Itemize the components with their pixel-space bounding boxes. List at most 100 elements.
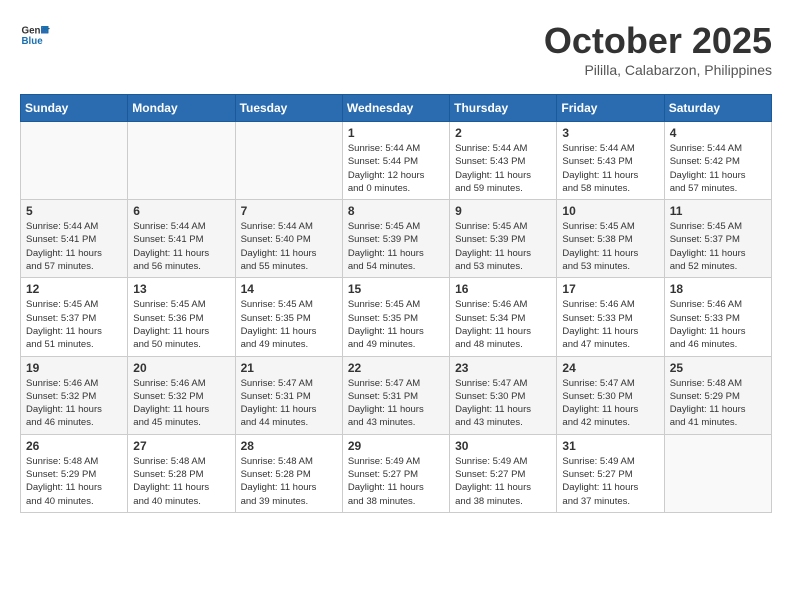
day-number: 21 xyxy=(241,361,337,375)
calendar-cell: 26Sunrise: 5:48 AMSunset: 5:29 PMDayligh… xyxy=(21,434,128,512)
calendar-cell xyxy=(128,122,235,200)
weekday-header-wednesday: Wednesday xyxy=(342,95,449,122)
day-info: Sunrise: 5:45 AMSunset: 5:35 PMDaylight:… xyxy=(348,298,444,351)
day-number: 8 xyxy=(348,204,444,218)
location-title: Pililla, Calabarzon, Philippines xyxy=(544,62,772,78)
weekday-header-row: SundayMondayTuesdayWednesdayThursdayFrid… xyxy=(21,95,772,122)
calendar-cell xyxy=(235,122,342,200)
day-number: 30 xyxy=(455,439,551,453)
day-info: Sunrise: 5:46 AMSunset: 5:32 PMDaylight:… xyxy=(26,377,122,430)
day-info: Sunrise: 5:44 AMSunset: 5:43 PMDaylight:… xyxy=(562,142,658,195)
day-number: 2 xyxy=(455,126,551,140)
calendar-cell: 8 Sunrise: 5:45 AMSunset: 5:39 PMDaylight… xyxy=(342,200,449,278)
calendar-week-1: 1 Sunrise: 5:44 AMSunset: 5:44 PMDaylight… xyxy=(21,122,772,200)
day-number: 10 xyxy=(562,204,658,218)
calendar-cell: 17 Sunrise: 5:46 AMSunset: 5:33 PMDayligh… xyxy=(557,278,664,356)
day-info: Sunrise: 5:44 AMSunset: 5:41 PMDaylight:… xyxy=(26,220,122,273)
day-number: 17 xyxy=(562,282,658,296)
weekday-header-tuesday: Tuesday xyxy=(235,95,342,122)
day-info: Sunrise: 5:46 AMSunset: 5:32 PMDaylight:… xyxy=(133,377,229,430)
calendar-cell xyxy=(21,122,128,200)
calendar-cell: 15 Sunrise: 5:45 AMSunset: 5:35 PMDayligh… xyxy=(342,278,449,356)
calendar-cell: 24Sunrise: 5:47 AMSunset: 5:30 PMDayligh… xyxy=(557,356,664,434)
calendar-cell: 28 Sunrise: 5:48 AMSunset: 5:28 PMDayligh… xyxy=(235,434,342,512)
day-number: 9 xyxy=(455,204,551,218)
calendar-cell: 6 Sunrise: 5:44 AMSunset: 5:41 PMDaylight… xyxy=(128,200,235,278)
calendar-cell: 29 Sunrise: 5:49 AMSunset: 5:27 PMDayligh… xyxy=(342,434,449,512)
day-number: 7 xyxy=(241,204,337,218)
day-info: Sunrise: 5:48 AMSunset: 5:29 PMDaylight:… xyxy=(670,377,766,430)
day-number: 16 xyxy=(455,282,551,296)
day-number: 6 xyxy=(133,204,229,218)
day-number: 15 xyxy=(348,282,444,296)
calendar-cell: 2 Sunrise: 5:44 AMSunset: 5:43 PMDaylight… xyxy=(450,122,557,200)
day-info: Sunrise: 5:45 AMSunset: 5:35 PMDaylight:… xyxy=(241,298,337,351)
day-number: 31 xyxy=(562,439,658,453)
calendar-cell xyxy=(664,434,771,512)
calendar-cell: 27Sunrise: 5:48 AMSunset: 5:28 PMDayligh… xyxy=(128,434,235,512)
calendar-cell: 5 Sunrise: 5:44 AMSunset: 5:41 PMDaylight… xyxy=(21,200,128,278)
day-info: Sunrise: 5:45 AMSunset: 5:39 PMDaylight:… xyxy=(348,220,444,273)
day-number: 14 xyxy=(241,282,337,296)
day-number: 4 xyxy=(670,126,766,140)
day-info: Sunrise: 5:46 AMSunset: 5:33 PMDaylight:… xyxy=(562,298,658,351)
calendar-cell: 9 Sunrise: 5:45 AMSunset: 5:39 PMDaylight… xyxy=(450,200,557,278)
day-number: 25 xyxy=(670,361,766,375)
day-number: 27 xyxy=(133,439,229,453)
day-info: Sunrise: 5:48 AMSunset: 5:28 PMDaylight:… xyxy=(241,455,337,508)
day-info: Sunrise: 5:45 AMSunset: 5:39 PMDaylight:… xyxy=(455,220,551,273)
day-info: Sunrise: 5:47 AMSunset: 5:31 PMDaylight:… xyxy=(348,377,444,430)
day-info: Sunrise: 5:46 AMSunset: 5:34 PMDaylight:… xyxy=(455,298,551,351)
calendar-table: SundayMondayTuesdayWednesdayThursdayFrid… xyxy=(20,94,772,513)
logo-icon: General Blue xyxy=(20,20,50,50)
day-number: 11 xyxy=(670,204,766,218)
day-number: 13 xyxy=(133,282,229,296)
calendar-cell: 11 Sunrise: 5:45 AMSunset: 5:37 PMDayligh… xyxy=(664,200,771,278)
calendar-week-4: 19 Sunrise: 5:46 AMSunset: 5:32 PMDayligh… xyxy=(21,356,772,434)
calendar-cell: 13 Sunrise: 5:45 AMSunset: 5:36 PMDayligh… xyxy=(128,278,235,356)
day-info: Sunrise: 5:49 AMSunset: 5:27 PMDaylight:… xyxy=(348,455,444,508)
day-info: Sunrise: 5:45 AMSunset: 5:37 PMDaylight:… xyxy=(26,298,122,351)
calendar-cell: 31 Sunrise: 5:49 AMSunset: 5:27 PMDayligh… xyxy=(557,434,664,512)
day-info: Sunrise: 5:45 AMSunset: 5:36 PMDaylight:… xyxy=(133,298,229,351)
day-number: 28 xyxy=(241,439,337,453)
calendar-cell: 4 Sunrise: 5:44 AMSunset: 5:42 PMDaylight… xyxy=(664,122,771,200)
day-info: Sunrise: 5:44 AMSunset: 5:41 PMDaylight:… xyxy=(133,220,229,273)
calendar-cell: 18Sunrise: 5:46 AMSunset: 5:33 PMDayligh… xyxy=(664,278,771,356)
calendar-cell: 19 Sunrise: 5:46 AMSunset: 5:32 PMDayligh… xyxy=(21,356,128,434)
day-info: Sunrise: 5:45 AMSunset: 5:37 PMDaylight:… xyxy=(670,220,766,273)
day-number: 29 xyxy=(348,439,444,453)
calendar-cell: 20 Sunrise: 5:46 AMSunset: 5:32 PMDayligh… xyxy=(128,356,235,434)
day-info: Sunrise: 5:44 AMSunset: 5:40 PMDaylight:… xyxy=(241,220,337,273)
day-info: Sunrise: 5:47 AMSunset: 5:31 PMDaylight:… xyxy=(241,377,337,430)
day-info: Sunrise: 5:44 AMSunset: 5:42 PMDaylight:… xyxy=(670,142,766,195)
logo: General Blue xyxy=(20,20,50,50)
day-number: 1 xyxy=(348,126,444,140)
day-number: 12 xyxy=(26,282,122,296)
day-number: 19 xyxy=(26,361,122,375)
day-info: Sunrise: 5:44 AMSunset: 5:43 PMDaylight:… xyxy=(455,142,551,195)
day-number: 20 xyxy=(133,361,229,375)
calendar-cell: 1 Sunrise: 5:44 AMSunset: 5:44 PMDaylight… xyxy=(342,122,449,200)
calendar-cell: 12 Sunrise: 5:45 AMSunset: 5:37 PMDayligh… xyxy=(21,278,128,356)
day-info: Sunrise: 5:45 AMSunset: 5:38 PMDaylight:… xyxy=(562,220,658,273)
day-number: 3 xyxy=(562,126,658,140)
day-info: Sunrise: 5:49 AMSunset: 5:27 PMDaylight:… xyxy=(562,455,658,508)
day-number: 5 xyxy=(26,204,122,218)
day-number: 24 xyxy=(562,361,658,375)
calendar-cell: 30 Sunrise: 5:49 AMSunset: 5:27 PMDayligh… xyxy=(450,434,557,512)
calendar-week-2: 5 Sunrise: 5:44 AMSunset: 5:41 PMDaylight… xyxy=(21,200,772,278)
weekday-header-friday: Friday xyxy=(557,95,664,122)
day-number: 26 xyxy=(26,439,122,453)
month-title: October 2025 xyxy=(544,20,772,62)
weekday-header-sunday: Sunday xyxy=(21,95,128,122)
day-info: Sunrise: 5:47 AMSunset: 5:30 PMDaylight:… xyxy=(455,377,551,430)
calendar-cell: 7 Sunrise: 5:44 AMSunset: 5:40 PMDaylight… xyxy=(235,200,342,278)
calendar-cell: 22Sunrise: 5:47 AMSunset: 5:31 PMDayligh… xyxy=(342,356,449,434)
calendar-cell: 10 Sunrise: 5:45 AMSunset: 5:38 PMDayligh… xyxy=(557,200,664,278)
title-area: October 2025 Pililla, Calabarzon, Philip… xyxy=(544,20,772,78)
svg-text:Blue: Blue xyxy=(22,36,44,47)
day-info: Sunrise: 5:49 AMSunset: 5:27 PMDaylight:… xyxy=(455,455,551,508)
day-info: Sunrise: 5:44 AMSunset: 5:44 PMDaylight:… xyxy=(348,142,444,195)
calendar-cell: 16 Sunrise: 5:46 AMSunset: 5:34 PMDayligh… xyxy=(450,278,557,356)
